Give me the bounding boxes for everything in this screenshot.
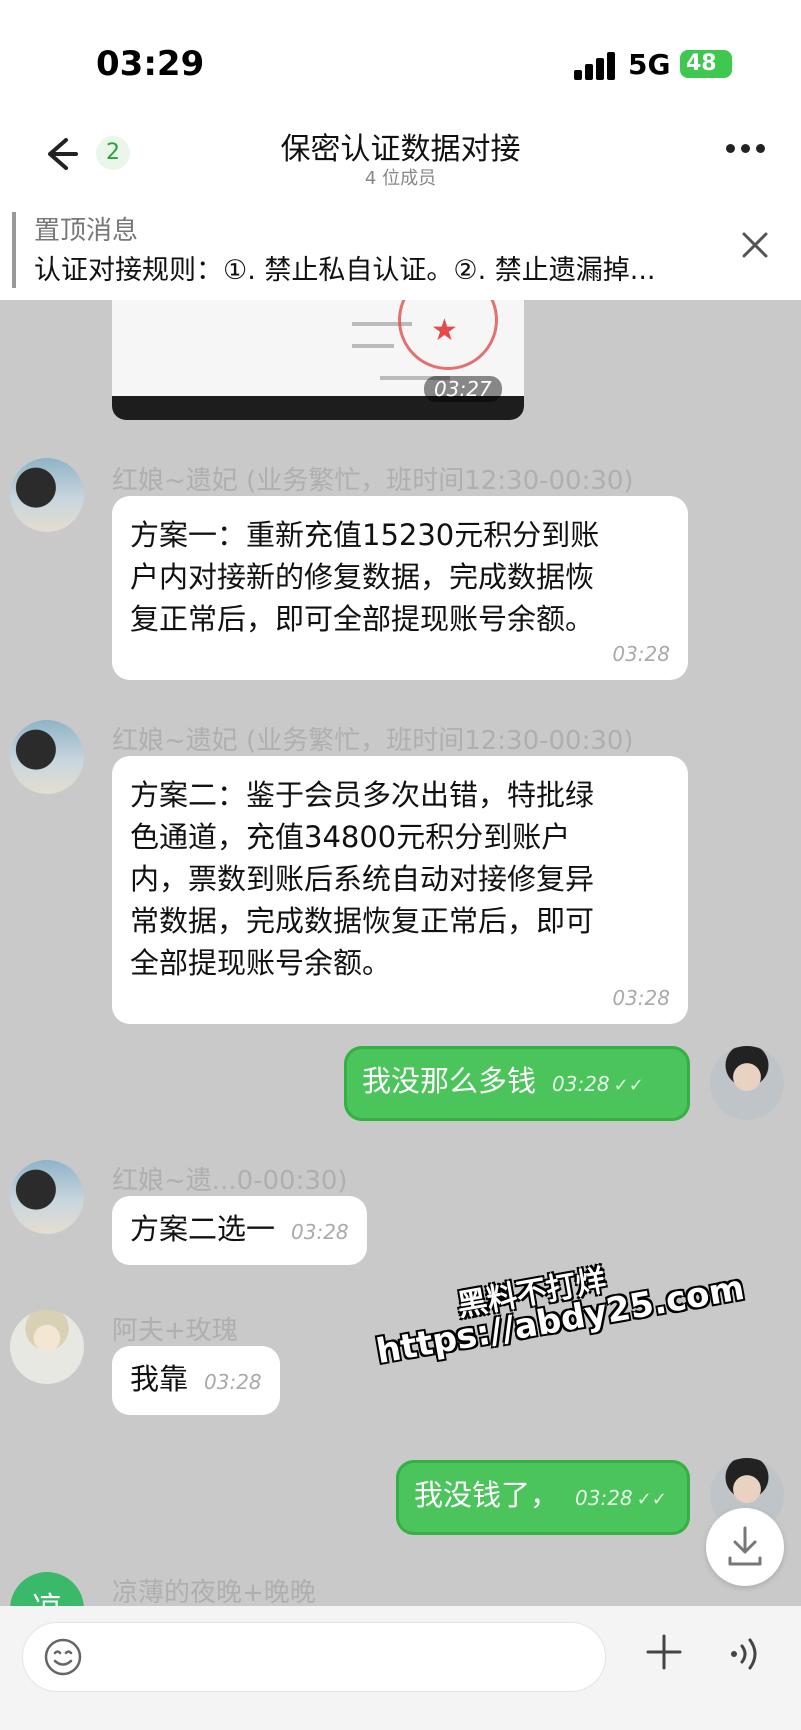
message-time: 03:28 [291, 1220, 349, 1244]
message-text: 我靠 [130, 1362, 189, 1396]
message-line: 色通道，充值34800元积分到账户 [130, 820, 571, 854]
outgoing-message[interactable]: 我没钱了， 03:28 ✓✓ [396, 1460, 690, 1535]
message-line: 方案二：鉴于会员多次出错，特批绿 [130, 778, 595, 812]
outgoing-message[interactable]: 我没那么多钱 03:28 ✓✓ [344, 1046, 690, 1121]
message-line: 全部提现账号余额。 [130, 946, 392, 980]
message-bubble[interactable]: 方案二选一 03:28 [112, 1196, 367, 1265]
message-bubble[interactable]: 方案一：重新充值15230元积分到账 户内对接新的修复数据，完成数据恢 复正常后… [112, 496, 688, 680]
message-input[interactable] [22, 1622, 606, 1692]
message-time: 03:28 [612, 986, 670, 1010]
message-line: 内，票数到账后系统自动对接修复异 [130, 862, 595, 896]
message-time: 03:27 [424, 376, 502, 402]
message-input-bar [0, 1606, 801, 1730]
pinned-indicator [12, 212, 16, 288]
message-line: 方案一：重新充值15230元积分到账 [130, 518, 600, 552]
member-count: 4 位成员 [364, 168, 437, 189]
pinned-message[interactable]: 置顶消息 认证对接规则：①. 禁止私自认证。②. 禁止遗漏掉... [0, 210, 801, 300]
avatar[interactable] [10, 1310, 84, 1384]
pinned-text: 认证对接规则：①. 禁止私自认证。②. 禁止遗漏掉... [34, 255, 656, 286]
message-bubble[interactable]: 我靠 03:28 [112, 1346, 280, 1415]
battery-indicator: 48 [680, 50, 732, 78]
more-dots-icon[interactable] [726, 144, 766, 156]
red-stamp: ★ [398, 300, 498, 370]
avatar[interactable] [10, 458, 84, 532]
image-message[interactable]: ★ 03:27 [112, 300, 524, 420]
read-check-icon: ✓✓ [636, 1489, 667, 1510]
read-check-icon: ✓✓ [613, 1075, 644, 1096]
network-type: 5G [628, 48, 671, 81]
pinned-title: 置顶消息 [34, 216, 139, 246]
voice-icon[interactable] [726, 1634, 766, 1674]
sender-name: 凉薄的夜晚+晚晚 [112, 1578, 316, 1608]
sender-name: 红娘~遗妃 (业务繁忙，班时间12:30-00:30) [112, 466, 634, 496]
sender-name: 阿夫+玫瑰 [112, 1316, 238, 1346]
message-bubble[interactable]: 方案二：鉴于会员多次出错，特批绿 色通道，充值34800元积分到账户 内，票数到… [112, 756, 688, 1024]
status-time: 03:29 [96, 44, 205, 84]
message-line: 户内对接新的修复数据，完成数据恢 [130, 560, 595, 594]
plus-icon[interactable] [642, 1630, 686, 1674]
chat-title: 保密认证数据对接 [280, 132, 521, 167]
sender-name: 红娘~遗妃 (业务繁忙，班时间12:30-00:30) [112, 726, 634, 756]
message-line: 常数据，完成数据恢复正常后，即可 [130, 904, 595, 938]
signal-icon [574, 52, 618, 80]
status-bar: 03:29 5G 48 [0, 0, 801, 120]
message-time: 03:28 [204, 1370, 262, 1394]
close-icon[interactable] [740, 230, 770, 260]
download-arrow-icon [728, 1526, 762, 1566]
message-time: 03:28 [575, 1486, 633, 1510]
message-line: 复正常后，即可全部提现账号余额。 [130, 602, 595, 636]
message-text: 我没那么多钱 [362, 1064, 537, 1098]
message-time: 03:28 [612, 642, 670, 666]
avatar[interactable] [10, 720, 84, 794]
avatar[interactable] [710, 1046, 784, 1120]
sender-name: 红娘~遗...0-00:30) [112, 1166, 348, 1196]
message-text: 我没钱了， [414, 1478, 560, 1512]
emoji-icon[interactable] [43, 1637, 83, 1677]
message-text: 方案二选一 [130, 1212, 276, 1246]
chat-header: 2 保密认证数据对接 4 位成员 [0, 120, 801, 210]
scroll-to-bottom-button[interactable] [706, 1508, 784, 1586]
message-time: 03:28 [552, 1072, 610, 1096]
avatar[interactable] [10, 1160, 84, 1234]
